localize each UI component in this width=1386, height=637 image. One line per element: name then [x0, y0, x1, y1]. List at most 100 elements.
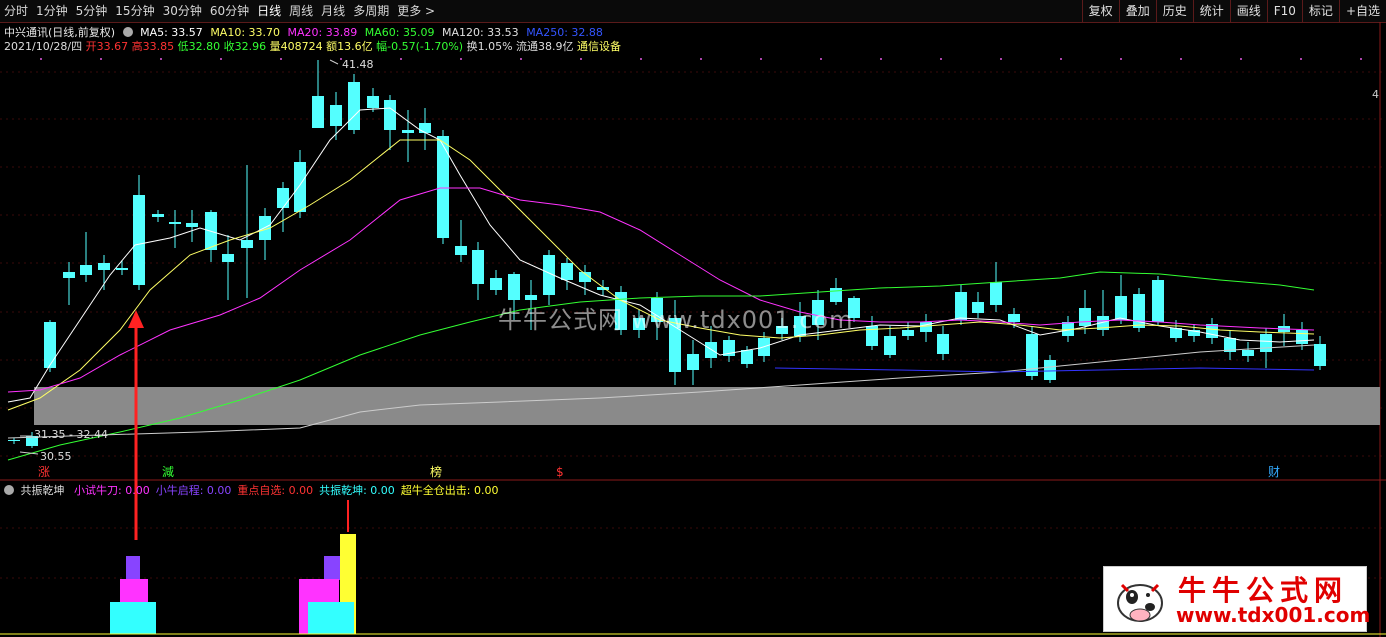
dot-mark	[400, 58, 402, 60]
support-band	[34, 387, 1380, 425]
quote-change: 幅-0.57(-1.70%)	[376, 40, 464, 53]
dot-mark	[1360, 58, 1362, 60]
candle-down	[990, 282, 1002, 305]
candle-down	[1115, 296, 1127, 320]
candle-down	[8, 440, 20, 441]
bar-xiaoniu	[324, 556, 340, 580]
dot-mark	[940, 58, 942, 60]
candle-down	[937, 334, 949, 354]
event-marker: 财	[1268, 465, 1280, 479]
candle-down	[1242, 350, 1254, 356]
indicator-value: 重点自选: 0.00	[237, 484, 314, 497]
candle-down	[705, 342, 717, 358]
candle-down	[561, 263, 573, 280]
quote-amount: 额13.6亿	[326, 40, 373, 53]
dot-mark	[760, 58, 762, 60]
dot-mark	[580, 58, 582, 60]
quote-open: 开33.67	[85, 40, 129, 53]
cow-logo-icon	[1117, 583, 1163, 622]
event-marker: 涨	[38, 464, 50, 479]
indicator-legend: 共振乾坤 小试牛刀: 0.00 小牛启程: 0.00 重点自选: 0.00 共振乾坤:…	[4, 482, 505, 498]
candle-down	[133, 195, 145, 285]
quote-high: 高33.85	[131, 40, 175, 53]
quote-date: 2021/10/28/四	[4, 40, 83, 53]
dot-mark	[640, 58, 642, 60]
bar-xiaoniu	[126, 556, 140, 580]
candle-down	[1314, 344, 1326, 366]
candle-down	[508, 274, 520, 300]
right-edge-label: 4	[1372, 88, 1379, 101]
candle-down	[294, 162, 306, 212]
signal-arrow-head	[128, 310, 144, 328]
candle-down	[972, 302, 984, 313]
candle-down	[277, 188, 289, 208]
high-price-label: 41.48	[342, 58, 374, 71]
dot-mark	[460, 58, 462, 60]
candle-down	[902, 330, 914, 336]
ma5-line	[7, 107, 1315, 403]
candle-down	[741, 350, 753, 364]
indicator-name: 共振乾坤	[20, 484, 65, 497]
indicator-value: 小牛启程: 0.00	[155, 484, 232, 497]
dot-mark	[1000, 58, 1002, 60]
logo-url: www.tdx001.com	[1176, 603, 1371, 627]
candle-down	[490, 278, 502, 290]
candle-down	[80, 265, 92, 275]
dot-mark	[820, 58, 822, 60]
watermark: 牛牛公式网 www.tdx001.com	[498, 306, 854, 334]
quote-line: 2021/10/28/四 开33.67 高33.85 低32.80 收32.96…	[4, 38, 621, 54]
high-pointer	[329, 59, 339, 65]
quote-industry: 通信设备	[577, 40, 622, 53]
quote-low: 低32.80	[177, 40, 221, 53]
settings-icon[interactable]	[122, 27, 133, 37]
candle-down	[1260, 334, 1272, 352]
candle-down	[472, 250, 484, 284]
candle-down	[241, 240, 253, 248]
dot-mark	[1120, 58, 1122, 60]
candle-down	[955, 292, 967, 320]
event-marker: 榜	[430, 464, 442, 479]
candle-down	[44, 322, 56, 368]
quote-turnover: 换1.05%	[466, 40, 513, 53]
candle-down	[419, 123, 431, 133]
candle-down	[1152, 280, 1164, 322]
candle-down	[437, 136, 449, 238]
indicator-value: 小试牛刀: 0.00	[74, 484, 150, 497]
candle-down	[116, 268, 128, 270]
candle-down	[1296, 330, 1308, 344]
indicator-settings-icon[interactable]	[4, 485, 14, 495]
candle-down	[884, 336, 896, 355]
dot-mark	[100, 58, 102, 60]
indicator-value: 共振乾坤: 0.00	[319, 484, 395, 497]
candle-down	[348, 82, 360, 130]
candle-down	[402, 130, 414, 133]
ma20-line	[7, 187, 1315, 393]
site-logo: 牛牛公式网 www.tdx001.com	[1103, 566, 1371, 632]
candle-down	[63, 272, 75, 278]
box-range-label: 31.35 - 32.44	[34, 428, 108, 441]
dot-mark	[700, 58, 702, 60]
dot-mark	[1180, 58, 1182, 60]
candle-down	[367, 96, 379, 108]
indicator-value: 超牛全仓出击: 0.00	[400, 484, 499, 497]
candle-down	[152, 214, 164, 217]
bar-gongzhen	[308, 602, 354, 634]
dot-mark	[880, 58, 882, 60]
candle-down	[186, 223, 198, 227]
dot-mark	[520, 58, 522, 60]
candle-down	[1008, 314, 1020, 322]
candle-down	[687, 354, 699, 370]
candle-down	[98, 263, 110, 270]
dot-mark	[160, 58, 162, 60]
event-marker: 減	[162, 464, 174, 479]
dot-mark	[1060, 58, 1062, 60]
candle-down	[222, 254, 234, 262]
dot-mark	[220, 58, 222, 60]
candle-down	[169, 222, 181, 224]
event-marker: $	[556, 465, 564, 479]
quote-volume: 量408724	[269, 40, 323, 53]
dot-mark	[1300, 58, 1302, 60]
candle-down	[1044, 360, 1056, 380]
bar-xiaoshi	[120, 579, 148, 603]
candle-down	[1079, 308, 1091, 326]
